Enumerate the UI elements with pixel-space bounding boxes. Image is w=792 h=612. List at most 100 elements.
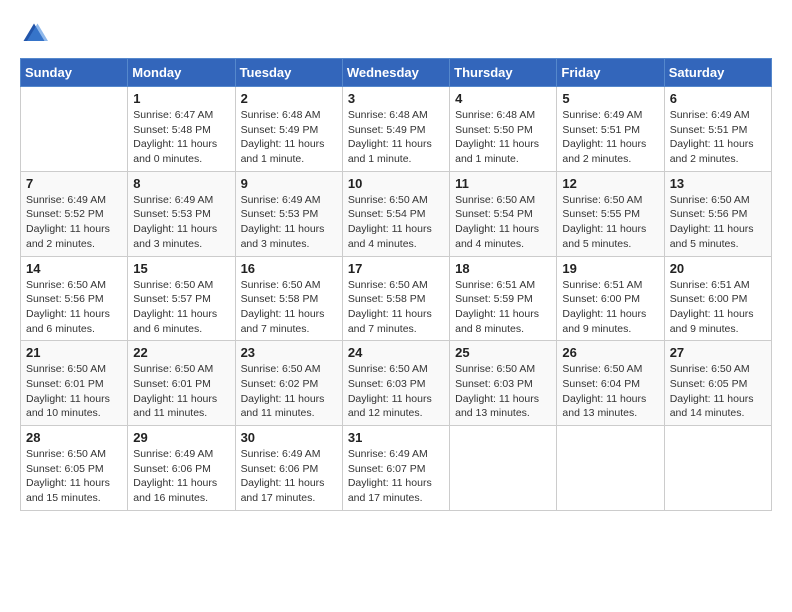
day-info: Sunrise: 6:49 AM Sunset: 5:52 PM Dayligh… xyxy=(26,193,122,252)
day-cell: 2 Sunrise: 6:48 AM Sunset: 5:49 PM Daylig… xyxy=(235,87,342,172)
day-header-thursday: Thursday xyxy=(450,59,557,87)
day-info: Sunrise: 6:50 AM Sunset: 6:03 PM Dayligh… xyxy=(348,362,444,421)
day-cell: 29 Sunrise: 6:49 AM Sunset: 6:06 PM Dayli… xyxy=(128,426,235,511)
day-info: Sunrise: 6:50 AM Sunset: 6:04 PM Dayligh… xyxy=(562,362,658,421)
day-number: 17 xyxy=(348,261,444,276)
day-number: 31 xyxy=(348,430,444,445)
day-info: Sunrise: 6:50 AM Sunset: 6:05 PM Dayligh… xyxy=(26,447,122,506)
day-info: Sunrise: 6:48 AM Sunset: 5:50 PM Dayligh… xyxy=(455,108,551,167)
day-info: Sunrise: 6:50 AM Sunset: 6:01 PM Dayligh… xyxy=(26,362,122,421)
day-cell xyxy=(557,426,664,511)
day-cell: 25 Sunrise: 6:50 AM Sunset: 6:03 PM Dayli… xyxy=(450,341,557,426)
day-number: 21 xyxy=(26,345,122,360)
day-info: Sunrise: 6:49 AM Sunset: 5:51 PM Dayligh… xyxy=(670,108,766,167)
day-number: 24 xyxy=(348,345,444,360)
day-cell: 18 Sunrise: 6:51 AM Sunset: 5:59 PM Dayli… xyxy=(450,256,557,341)
day-info: Sunrise: 6:49 AM Sunset: 5:53 PM Dayligh… xyxy=(241,193,337,252)
day-info: Sunrise: 6:49 AM Sunset: 5:53 PM Dayligh… xyxy=(133,193,229,252)
day-cell: 22 Sunrise: 6:50 AM Sunset: 6:01 PM Dayli… xyxy=(128,341,235,426)
day-cell: 7 Sunrise: 6:49 AM Sunset: 5:52 PM Daylig… xyxy=(21,171,128,256)
day-number: 1 xyxy=(133,91,229,106)
day-info: Sunrise: 6:51 AM Sunset: 6:00 PM Dayligh… xyxy=(562,278,658,337)
day-cell: 19 Sunrise: 6:51 AM Sunset: 6:00 PM Dayli… xyxy=(557,256,664,341)
day-number: 9 xyxy=(241,176,337,191)
day-number: 6 xyxy=(670,91,766,106)
day-number: 4 xyxy=(455,91,551,106)
day-info: Sunrise: 6:50 AM Sunset: 6:03 PM Dayligh… xyxy=(455,362,551,421)
page-header xyxy=(20,20,772,48)
day-info: Sunrise: 6:49 AM Sunset: 6:06 PM Dayligh… xyxy=(133,447,229,506)
calendar-table: SundayMondayTuesdayWednesdayThursdayFrid… xyxy=(20,58,772,511)
logo xyxy=(20,20,52,48)
day-cell: 23Sunrise: 6:50 AM Sunset: 6:02 PM Dayli… xyxy=(235,341,342,426)
day-number: 19 xyxy=(562,261,658,276)
day-info: Sunrise: 6:50 AM Sunset: 5:54 PM Dayligh… xyxy=(455,193,551,252)
day-header-tuesday: Tuesday xyxy=(235,59,342,87)
day-header-wednesday: Wednesday xyxy=(342,59,449,87)
day-cell: 3Sunrise: 6:48 AM Sunset: 5:49 PM Daylig… xyxy=(342,87,449,172)
week-row-4: 21 Sunrise: 6:50 AM Sunset: 6:01 PM Dayli… xyxy=(21,341,772,426)
day-cell: 17 Sunrise: 6:50 AM Sunset: 5:58 PM Dayli… xyxy=(342,256,449,341)
day-number: 2 xyxy=(241,91,337,106)
day-info: Sunrise: 6:50 AM Sunset: 5:56 PM Dayligh… xyxy=(670,193,766,252)
day-cell: 14 Sunrise: 6:50 AM Sunset: 5:56 PM Dayli… xyxy=(21,256,128,341)
day-number: 18 xyxy=(455,261,551,276)
day-cell: 24 Sunrise: 6:50 AM Sunset: 6:03 PM Dayli… xyxy=(342,341,449,426)
day-number: 8 xyxy=(133,176,229,191)
day-info: Sunrise: 6:50 AM Sunset: 5:58 PM Dayligh… xyxy=(348,278,444,337)
day-number: 5 xyxy=(562,91,658,106)
day-cell: 8 Sunrise: 6:49 AM Sunset: 5:53 PM Daylig… xyxy=(128,171,235,256)
day-cell: 28 Sunrise: 6:50 AM Sunset: 6:05 PM Dayli… xyxy=(21,426,128,511)
day-cell xyxy=(21,87,128,172)
day-info: Sunrise: 6:50 AM Sunset: 6:05 PM Dayligh… xyxy=(670,362,766,421)
day-cell: 26 Sunrise: 6:50 AM Sunset: 6:04 PM Dayli… xyxy=(557,341,664,426)
day-cell xyxy=(450,426,557,511)
day-number: 10 xyxy=(348,176,444,191)
day-number: 7 xyxy=(26,176,122,191)
day-cell: 5Sunrise: 6:49 AM Sunset: 5:51 PM Daylig… xyxy=(557,87,664,172)
day-info: Sunrise: 6:50 AM Sunset: 5:54 PM Dayligh… xyxy=(348,193,444,252)
day-info: Sunrise: 6:50 AM Sunset: 5:58 PM Dayligh… xyxy=(241,278,337,337)
day-number: 22 xyxy=(133,345,229,360)
day-number: 15 xyxy=(133,261,229,276)
day-info: Sunrise: 6:51 AM Sunset: 5:59 PM Dayligh… xyxy=(455,278,551,337)
day-info: Sunrise: 6:47 AM Sunset: 5:48 PM Dayligh… xyxy=(133,108,229,167)
day-cell: 20Sunrise: 6:51 AM Sunset: 6:00 PM Dayli… xyxy=(664,256,771,341)
day-cell: 6 Sunrise: 6:49 AM Sunset: 5:51 PM Daylig… xyxy=(664,87,771,172)
day-number: 28 xyxy=(26,430,122,445)
day-cell: 12 Sunrise: 6:50 AM Sunset: 5:55 PM Dayli… xyxy=(557,171,664,256)
day-info: Sunrise: 6:50 AM Sunset: 5:57 PM Dayligh… xyxy=(133,278,229,337)
day-info: Sunrise: 6:48 AM Sunset: 5:49 PM Dayligh… xyxy=(348,108,444,167)
day-cell: 27Sunrise: 6:50 AM Sunset: 6:05 PM Dayli… xyxy=(664,341,771,426)
day-cell: 16 Sunrise: 6:50 AM Sunset: 5:58 PM Dayli… xyxy=(235,256,342,341)
day-header-saturday: Saturday xyxy=(664,59,771,87)
day-cell: 1 Sunrise: 6:47 AM Sunset: 5:48 PM Daylig… xyxy=(128,87,235,172)
day-cell: 10 Sunrise: 6:50 AM Sunset: 5:54 PM Dayli… xyxy=(342,171,449,256)
day-cell: 21 Sunrise: 6:50 AM Sunset: 6:01 PM Dayli… xyxy=(21,341,128,426)
day-header-sunday: Sunday xyxy=(21,59,128,87)
day-number: 12 xyxy=(562,176,658,191)
day-cell: 31Sunrise: 6:49 AM Sunset: 6:07 PM Dayli… xyxy=(342,426,449,511)
day-info: Sunrise: 6:50 AM Sunset: 5:56 PM Dayligh… xyxy=(26,278,122,337)
day-number: 26 xyxy=(562,345,658,360)
week-row-5: 28 Sunrise: 6:50 AM Sunset: 6:05 PM Dayli… xyxy=(21,426,772,511)
day-cell: 15 Sunrise: 6:50 AM Sunset: 5:57 PM Dayli… xyxy=(128,256,235,341)
day-info: Sunrise: 6:48 AM Sunset: 5:49 PM Dayligh… xyxy=(241,108,337,167)
day-cell: 4 Sunrise: 6:48 AM Sunset: 5:50 PM Daylig… xyxy=(450,87,557,172)
week-row-1: 1 Sunrise: 6:47 AM Sunset: 5:48 PM Daylig… xyxy=(21,87,772,172)
day-info: Sunrise: 6:50 AM Sunset: 5:55 PM Dayligh… xyxy=(562,193,658,252)
day-number: 13 xyxy=(670,176,766,191)
day-number: 16 xyxy=(241,261,337,276)
day-info: Sunrise: 6:50 AM Sunset: 6:01 PM Dayligh… xyxy=(133,362,229,421)
day-number: 29 xyxy=(133,430,229,445)
day-number: 25 xyxy=(455,345,551,360)
day-header-friday: Friday xyxy=(557,59,664,87)
header-row: SundayMondayTuesdayWednesdayThursdayFrid… xyxy=(21,59,772,87)
day-number: 30 xyxy=(241,430,337,445)
day-cell: 11Sunrise: 6:50 AM Sunset: 5:54 PM Dayli… xyxy=(450,171,557,256)
logo-icon xyxy=(20,20,48,48)
day-number: 23 xyxy=(241,345,337,360)
day-number: 14 xyxy=(26,261,122,276)
day-info: Sunrise: 6:49 AM Sunset: 6:06 PM Dayligh… xyxy=(241,447,337,506)
day-cell: 13 Sunrise: 6:50 AM Sunset: 5:56 PM Dayli… xyxy=(664,171,771,256)
